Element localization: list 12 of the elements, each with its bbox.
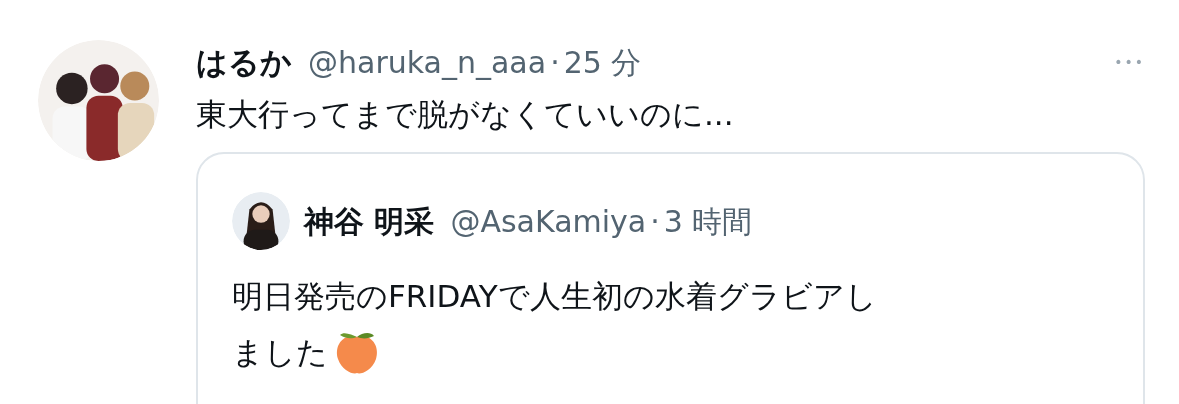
timestamp: 3 時間 [663, 202, 753, 241]
tweet-text: 明日発売のFRIDAYで人生初の水着グラビアし [232, 277, 878, 316]
separator: · [650, 202, 660, 241]
display-name: はるか [196, 42, 292, 82]
user-handle: @haruka_n_aaa [308, 43, 547, 82]
user-handle: @AsaKamiya [450, 202, 647, 241]
separator: · [550, 43, 560, 82]
timestamp: 25 分 [563, 43, 642, 82]
display-name: 神谷 明采 [304, 202, 435, 241]
quoted-tweet[interactable]: 神谷 明采 @AsaKamiya·3 時間 明日発売のFRIDAYで人生初の水着グラビアし ました [196, 152, 1145, 404]
tweet-text: ました [232, 333, 328, 372]
tweet-text: 東大行ってまで脱がなくていいのに... [196, 95, 735, 134]
